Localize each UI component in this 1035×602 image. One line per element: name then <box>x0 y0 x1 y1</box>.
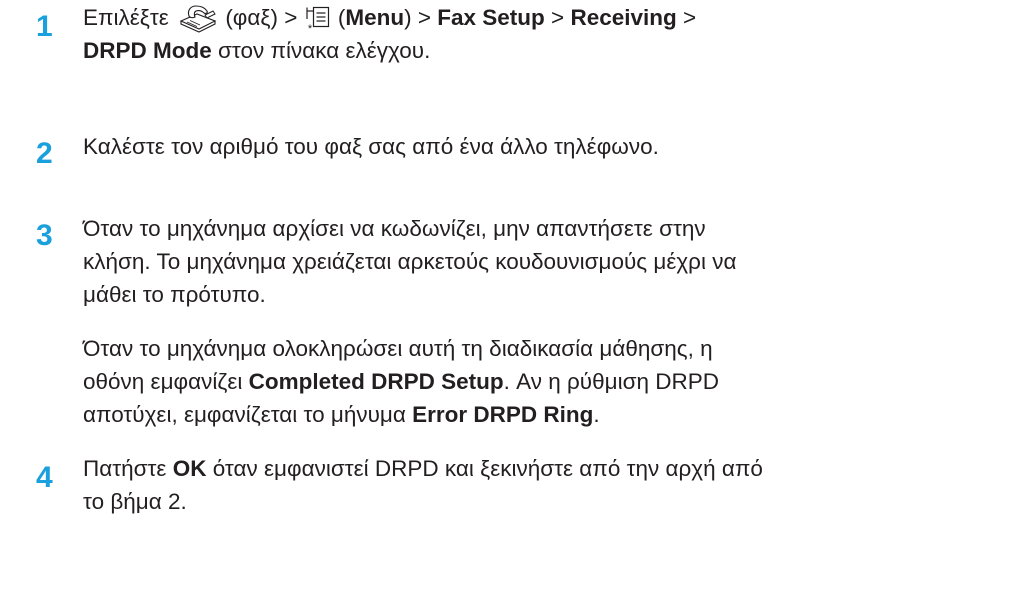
completed-message: Completed DRPD Setup <box>248 369 504 394</box>
step-number: 3 <box>36 219 53 252</box>
note-text: Όταν το μηχάνημα ολοκληρώσει αυτή τη δια… <box>83 332 1029 431</box>
text-segment: όταν εμφανιστεί DRPD και ξεκινήστε από τ… <box>206 456 763 481</box>
error-message: Error DRPD Ring <box>412 402 594 427</box>
step-text: Πατήστε OK όταν εμφανιστεί DRPD και ξεκι… <box>83 452 1029 518</box>
text-segment: οθόνη εμφανίζει <box>83 369 249 394</box>
fax-setup-label: Fax Setup <box>437 5 545 30</box>
fax-icon <box>175 3 219 33</box>
text-segment: . <box>593 402 600 427</box>
text-segment: > <box>544 5 571 30</box>
text-segment: Πατήστε <box>83 456 173 481</box>
step-text: Όταν το μηχάνημα αρχίσει να κωδωνίζει, μ… <box>83 212 1029 311</box>
receiving-label: Receiving <box>570 5 677 30</box>
text-segment: αποτύχει, εμφανίζεται το μήνυμα <box>83 402 413 427</box>
text-line: το βήμα 2. <box>83 489 187 514</box>
text-segment: ( <box>331 5 346 30</box>
text-line: Όταν το μηχάνημα αρχίσει να κωδωνίζει, μ… <box>83 216 706 241</box>
text-segment: Επιλέξτε <box>83 5 176 30</box>
menu-icon: * <box>304 5 332 33</box>
svg-text:*: * <box>307 23 312 33</box>
text-line: μάθει το πρότυπο. <box>83 282 266 307</box>
text-line: κλήση. Το μηχάνημα χρειάζεται αρκετούς κ… <box>83 249 737 274</box>
menu-label: Menu <box>345 5 405 30</box>
text-segment: > <box>676 5 697 30</box>
text-segment: . Αν η ρύθμιση DRPD <box>503 369 719 394</box>
step-number: 4 <box>36 461 53 494</box>
text-segment: ) > <box>404 5 438 30</box>
text-segment: στον πίνακα ελέγχου. <box>211 38 431 63</box>
text-line: Όταν το μηχάνημα ολοκληρώσει αυτή τη δια… <box>83 336 713 361</box>
step-number: 1 <box>36 10 53 43</box>
text-segment: (φαξ) > <box>219 5 304 30</box>
drpd-mode-label: DRPD Mode <box>83 38 212 63</box>
ok-label: OK <box>172 456 207 481</box>
step-number: 2 <box>36 137 53 170</box>
step-text: Επιλέξτε (φαξ) > * (Menu) > Fax Setup > … <box>83 1 1029 67</box>
step-text: Καλέστε τον αριθμό του φαξ σας από ένα ά… <box>83 134 659 159</box>
